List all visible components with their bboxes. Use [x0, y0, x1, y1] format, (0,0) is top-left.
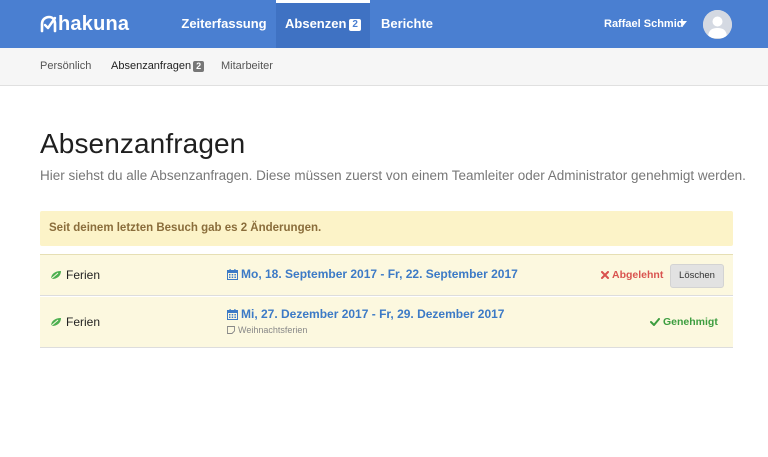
top-navbar: hakuna Zeiterfassung Absenzen 2 Berichte … — [0, 0, 768, 48]
request-date-link[interactable]: Mi, 27. Dezember 2017 - Fr, 29. Dezember… — [227, 307, 504, 321]
subnav-badge: 2 — [193, 61, 205, 72]
page-subtitle: Hier siehst du alle Absenzanfragen. Dies… — [40, 168, 746, 183]
alert-text: Seit deinem letzten Besuch gab es 2 Ände… — [49, 222, 322, 234]
note-icon — [227, 326, 235, 334]
request-row: Ferien Mo, 18. September 2017 - Fr, 22. … — [40, 254, 733, 296]
user-menu[interactable]: Raffael Schmid — [604, 0, 683, 48]
request-type-label: Ferien — [66, 268, 101, 282]
request-date-label: Mi, 27. Dezember 2017 - Fr, 29. Dezember… — [241, 307, 505, 321]
nav-label: Zeiterfassung — [181, 16, 267, 31]
changes-alert: Seit deinem letzten Besuch gab es 2 Ände… — [40, 211, 733, 246]
nav-absenzen[interactable]: Absenzen 2 — [276, 0, 370, 48]
status-label: Genehmigt — [663, 316, 718, 328]
subnav-label: Absenzanfragen — [111, 60, 192, 72]
avatar[interactable] — [703, 10, 732, 39]
page-title: Absenzanfragen — [40, 128, 246, 159]
chevron-down-icon[interactable] — [679, 21, 687, 26]
request-note: Weihnachtsferien — [227, 325, 307, 335]
subnav-label: Mitarbeiter — [221, 60, 273, 72]
nav-label: Berichte — [380, 16, 434, 31]
status-badge: Genehmigt — [650, 316, 718, 328]
nav-label: Absenzen — [285, 16, 347, 31]
nav-zeiterfassung[interactable]: Zeiterfassung — [176, 0, 272, 48]
calendar-icon — [227, 268, 238, 280]
logo-mark-icon — [40, 15, 57, 33]
request-date-link[interactable]: Mo, 18. September 2017 - Fr, 22. Septemb… — [227, 267, 518, 281]
hakuna-logo[interactable]: hakuna — [40, 13, 129, 35]
calendar-icon — [227, 308, 238, 320]
nav-berichte[interactable]: Berichte — [374, 0, 440, 48]
sub-navbar: Persönlich Absenzanfragen 2 Mitarbeiter — [0, 48, 768, 86]
delete-button[interactable]: Löschen — [670, 264, 724, 288]
leaf-icon — [50, 318, 61, 327]
status-badge: Abgelehnt — [601, 269, 663, 281]
subnav-mitarbeiter[interactable]: Mitarbeiter — [221, 48, 273, 85]
subnav-persoenlich[interactable]: Persönlich — [40, 48, 91, 85]
user-silhouette-icon — [703, 10, 732, 39]
status-label: Abgelehnt — [612, 269, 664, 281]
times-icon — [601, 271, 609, 279]
leaf-icon — [50, 271, 61, 280]
request-type-label: Ferien — [66, 315, 101, 329]
check-icon — [650, 318, 660, 326]
subnav-label: Persönlich — [40, 60, 92, 72]
request-date-label: Mo, 18. September 2017 - Fr, 22. Septemb… — [241, 267, 518, 281]
logo-text: hakuna — [58, 13, 130, 35]
request-row: Ferien Mi, 27. Dezember 2017 - Fr, 29. D… — [40, 297, 733, 348]
request-type: Ferien — [50, 315, 100, 329]
request-type: Ferien — [50, 268, 100, 282]
subnav-absenzanfragen[interactable]: Absenzanfragen 2 — [111, 48, 205, 85]
nav-badge: 2 — [349, 19, 361, 31]
user-name: Raffael Schmid — [604, 18, 684, 30]
request-note-text: Weihnachtsferien — [238, 325, 308, 335]
